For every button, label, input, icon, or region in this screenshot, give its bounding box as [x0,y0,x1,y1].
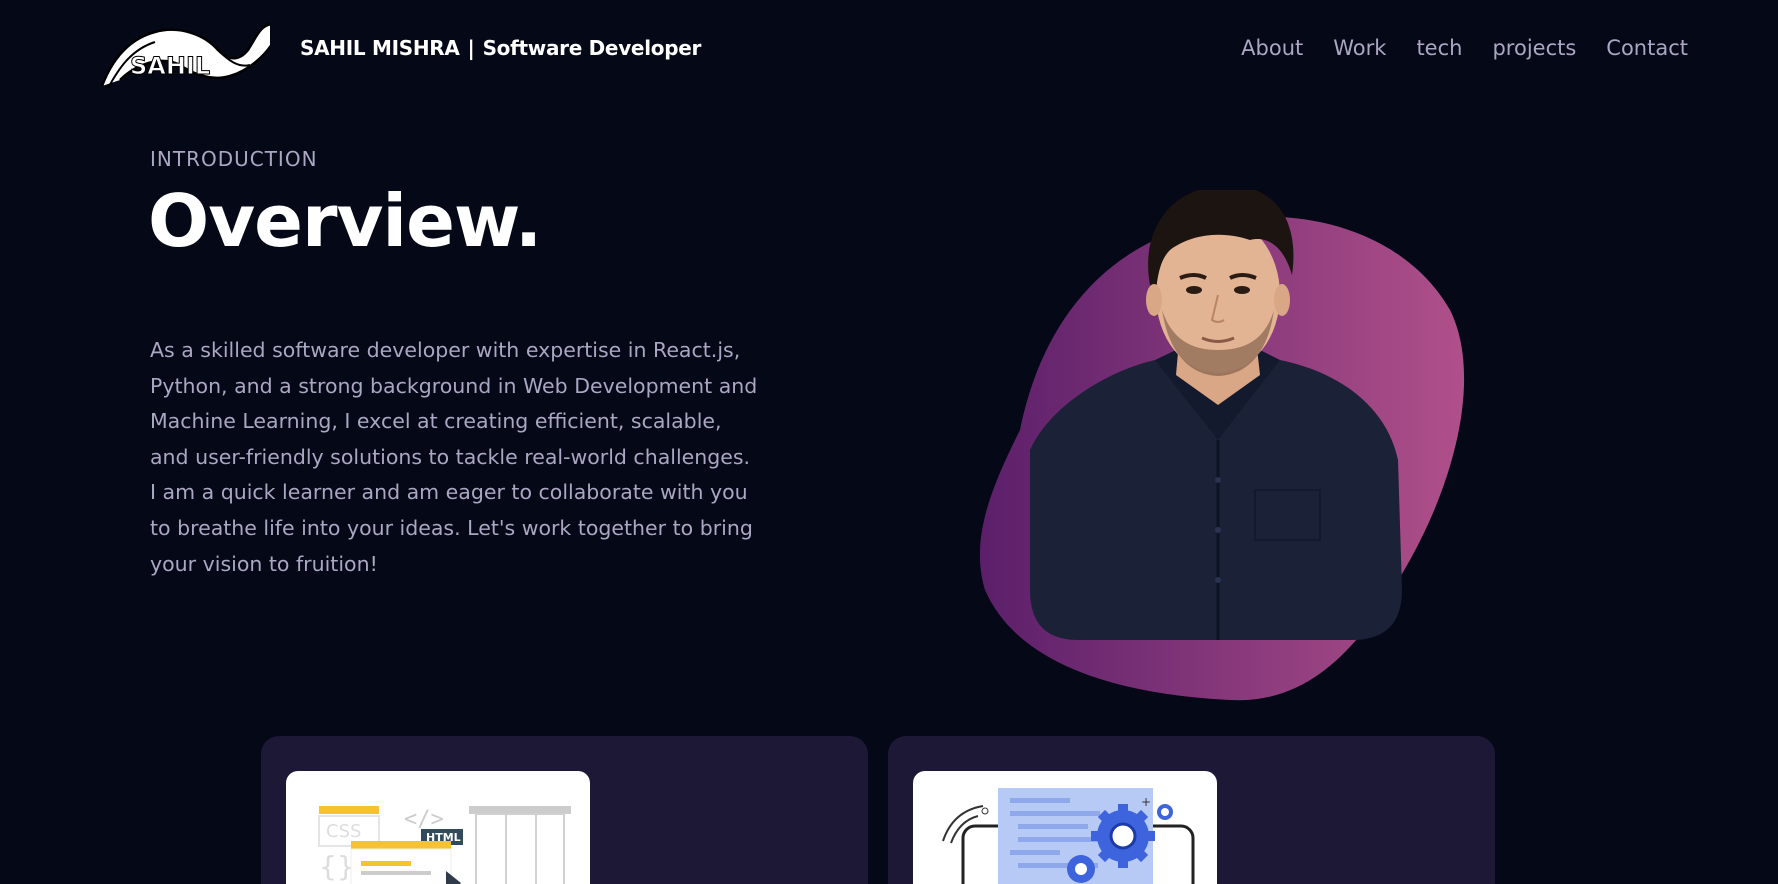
brand-title: SAHIL MISHRA | Software Developer [300,36,701,60]
section-eyebrow: INTRODUCTION [150,147,318,171]
svg-text:</>: </> [404,807,444,832]
nav-projects[interactable]: projects [1492,36,1576,60]
svg-text:{}: {} [319,850,355,883]
css-label: CSS [326,821,361,842]
web-development-illustration: CSS </> HTML {} [318,806,571,884]
service-card: CSS </> HTML {} [261,736,868,884]
navbar: SAHIL SAHIL MISHRA | Software Developer Ab… [0,0,1778,100]
card-thumbnail: + [913,771,1217,884]
card-thumbnail: CSS </> HTML {} [286,771,590,884]
nav-tech[interactable]: tech [1416,36,1462,60]
logo-icon[interactable]: SAHIL [100,10,270,90]
nav-links: About Work tech projects Contact [1241,36,1688,60]
gears-code-illustration: + [942,788,1195,884]
logo-text: SAHIL [130,52,210,80]
nav-work[interactable]: Work [1333,36,1386,60]
service-card: + [888,736,1495,884]
small-gear-icon [1157,804,1173,820]
bio-paragraph: As a skilled software developer with exp… [150,338,758,576]
gear-icon [1067,855,1095,883]
brand-separator: | [467,36,475,60]
brand-name: SAHIL MISHRA [300,36,460,60]
section-title: Overview. [148,179,542,263]
page: SAHIL SAHIL MISHRA | Software Developer Ab… [0,0,1778,884]
profile-portrait [980,190,1465,701]
svg-text:+: + [1141,795,1151,809]
brand-role: Software Developer [482,36,702,60]
nav-contact[interactable]: Contact [1606,36,1688,60]
nav-about[interactable]: About [1241,36,1303,60]
